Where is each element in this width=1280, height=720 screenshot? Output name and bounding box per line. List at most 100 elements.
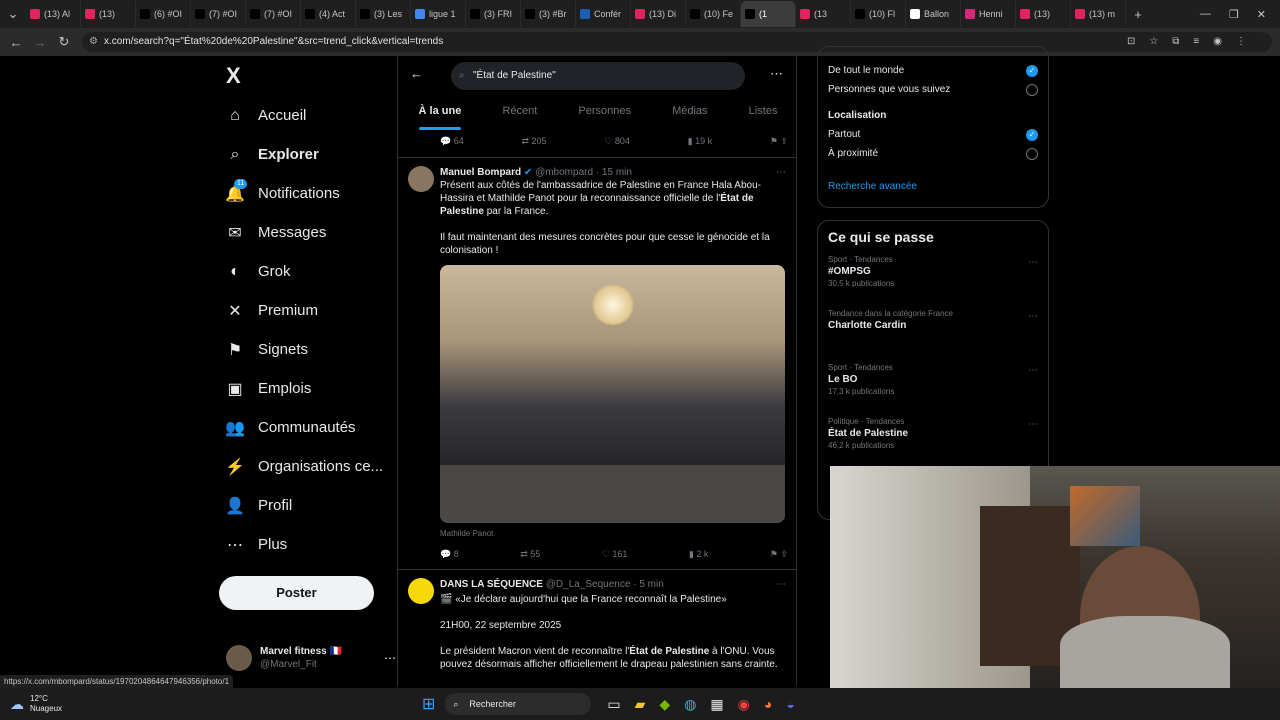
back-icon[interactable]: ← <box>4 35 28 50</box>
tweet-more-icon[interactable]: ⋯ <box>776 166 786 179</box>
reply-icon[interactable]: 💬 64 <box>440 136 464 147</box>
firefox-icon[interactable]: ◕ <box>764 696 772 713</box>
taskbar-apps[interactable]: ▭ ▰ ◆ ◍ ▦ ◉ ◕ ◒ <box>607 696 794 713</box>
filter-option[interactable]: De tout le monde ✓ <box>828 61 1038 80</box>
reply-icon[interactable]: 💬 8 <box>440 548 459 561</box>
close-window-icon[interactable]: ✕ <box>1257 8 1266 21</box>
nav-item-7[interactable]: ▣ Emplois <box>226 369 398 408</box>
nav-item-5[interactable]: ✕ Premium <box>226 291 398 330</box>
search-tab[interactable]: Médias <box>672 98 707 128</box>
photo-tag[interactable]: Mathilde Panot <box>440 527 786 540</box>
account-switcher[interactable]: Marvel fitness 🇫🇷 @Marvel_Fit ⋯ <box>226 642 396 674</box>
edge-icon[interactable]: ◍ <box>684 696 696 713</box>
filter-option[interactable]: Partout ✓ <box>828 125 1038 144</box>
discord-icon[interactable]: ◒ <box>786 696 794 713</box>
windows-start-icon[interactable]: ⊞ <box>422 694 435 714</box>
search-tab[interactable]: À la une <box>418 98 461 130</box>
nav-item-1[interactable]: ⌕ Explorer <box>226 135 398 174</box>
trend-item[interactable]: Tendance dans la catégorie France Charlot… <box>828 309 1048 363</box>
tab-list-button[interactable]: ⌄ <box>0 6 26 22</box>
search-tab[interactable]: Listes <box>749 98 778 128</box>
advanced-search-link[interactable]: Recherche avancée <box>828 181 1038 192</box>
post-button[interactable]: Poster <box>219 576 374 610</box>
browser-tab[interactable]: (10) Fe <box>686 1 741 27</box>
nvidia-icon[interactable]: ◆ <box>659 696 670 713</box>
browser-tab[interactable]: (3) FRI <box>466 1 521 27</box>
repost-icon[interactable]: ⇄ 55 <box>520 548 540 561</box>
views-icon[interactable]: ▮ 2 k <box>689 548 708 561</box>
trend-more-icon[interactable]: ⋯ <box>1028 257 1038 268</box>
browser-tab[interactable]: Ballon <box>906 1 961 27</box>
browser-tab[interactable]: (10) Fl <box>851 1 906 27</box>
site-info-icon[interactable]: ⚙ <box>89 32 98 52</box>
taskbar-search[interactable]: ⌕ Rechercher <box>445 693 592 715</box>
nav-item-10[interactable]: 👤 Profil <box>225 486 398 525</box>
weather-widget[interactable]: ☁ 12°C Nuageux <box>0 694 200 714</box>
tweet-author-name[interactable]: Manuel Bompard <box>440 167 521 178</box>
radio-icon[interactable] <box>1026 147 1038 160</box>
minimize-icon[interactable]: — <box>1200 8 1211 21</box>
browser-tab[interactable]: (13 <box>796 1 851 27</box>
nav-item-2[interactable]: 🔔 11 Notifications <box>225 174 398 213</box>
nav-item-9[interactable]: ⚡ Organisations ce... <box>225 447 398 486</box>
tweet-handle[interactable]: @mbompard <box>535 167 593 178</box>
filter-option[interactable]: Personnes que vous suivez <box>828 80 1038 99</box>
avatar[interactable] <box>408 166 434 192</box>
repost-icon[interactable]: ⇄ 205 <box>521 136 546 147</box>
trend-more-icon[interactable]: ⋯ <box>1028 419 1038 430</box>
browser-tab[interactable]: (1 <box>741 1 796 27</box>
more-icon[interactable]: ⋯ <box>384 651 396 665</box>
tweet-handle[interactable]: @D_La_Sequence <box>546 579 631 590</box>
browser-tab[interactable]: (13) Di <box>631 1 686 27</box>
browser-tab[interactable]: (13) Al <box>26 1 81 27</box>
browser-tab[interactable]: (13) <box>81 1 136 27</box>
nav-item-4[interactable]: ◐ Grok <box>226 252 398 291</box>
trend-more-icon[interactable]: ⋯ <box>1028 311 1038 322</box>
tweet-author-name[interactable]: DANS LA SÉQUENCE <box>440 579 543 590</box>
url-field[interactable]: ⚙ x.com/search?q="État%20de%20Palestine"&… <box>82 32 1272 52</box>
search-tab[interactable]: Personnes <box>578 98 631 128</box>
search-tab[interactable]: Récent <box>502 98 537 128</box>
file-explorer-icon[interactable]: ▰ <box>635 696 646 713</box>
like-icon[interactable]: ♡ 161 <box>602 548 628 561</box>
browser-tab[interactable]: Henni <box>961 1 1016 27</box>
nav-item-0[interactable]: ⌂ Accueil <box>226 96 398 135</box>
nav-item-6[interactable]: ⚑ Signets <box>226 330 398 369</box>
search-options-icon[interactable]: ⋯ <box>770 66 783 82</box>
store-icon[interactable]: ▦ <box>710 696 723 713</box>
trend-item[interactable]: Politique · Tendances État de Palestine 46… <box>828 417 1048 471</box>
nav-item-3[interactable]: ✉ Messages <box>226 213 398 252</box>
trend-more-icon[interactable]: ⋯ <box>1028 365 1038 376</box>
tweet[interactable]: Manuel Bompard ✔ @mbompard · 15 min ⋯ Pré… <box>398 158 796 570</box>
checked-radio-icon[interactable]: ✓ <box>1026 128 1038 141</box>
tweet-photo[interactable] <box>440 265 785 523</box>
browser-tab[interactable]: (4) Act <box>301 1 356 27</box>
browser-toolbar-icons[interactable]: ⊡☆⧉≡◉⋮ <box>1127 32 1260 52</box>
browser-tab[interactable]: (7) #OI <box>246 1 301 27</box>
bookmark-share-icons[interactable]: ⚑ ⇪ <box>770 548 788 561</box>
tweet[interactable]: DANS LA SÉQUENCE @D_La_Sequence · 5 min ⋯… <box>398 570 796 686</box>
search-input[interactable]: ⌕ "État de Palestine" <box>451 62 745 90</box>
restore-icon[interactable]: ❐ <box>1229 8 1239 21</box>
browser-tab[interactable]: (6) #OI <box>136 1 191 27</box>
radio-icon[interactable] <box>1026 83 1038 96</box>
x-logo-icon[interactable]: X <box>218 56 398 96</box>
bookmark-share-icons[interactable]: ⚑ ⇪ <box>770 136 788 147</box>
chrome-icon[interactable]: ◉ <box>738 696 750 713</box>
browser-tab[interactable]: Confér <box>576 1 631 27</box>
trend-item[interactable]: Sport · Tendances Le BO 17,3 k publication… <box>828 363 1048 417</box>
like-icon[interactable]: ♡ 804 <box>604 136 630 147</box>
avatar[interactable] <box>408 578 434 604</box>
forward-icon[interactable]: → <box>28 35 52 50</box>
nav-item-8[interactable]: 👥 Communautés <box>225 408 398 447</box>
back-arrow-icon[interactable]: ← <box>410 66 423 81</box>
browser-tab[interactable]: (13) m <box>1071 1 1126 27</box>
browser-tab[interactable]: (13) <box>1016 1 1071 27</box>
tweet-more-icon[interactable]: ⋯ <box>776 578 786 591</box>
browser-tab[interactable]: ligue 1 <box>411 1 466 27</box>
task-view-icon[interactable]: ▭ <box>607 696 620 713</box>
filter-option[interactable]: À proximité <box>828 144 1038 163</box>
views-icon[interactable]: ▮ 19 k <box>688 136 712 147</box>
browser-tab[interactable]: (3) Les <box>356 1 411 27</box>
trend-item[interactable]: Sport · Tendances #OMPSG 30,5 k publicatio… <box>828 255 1048 309</box>
